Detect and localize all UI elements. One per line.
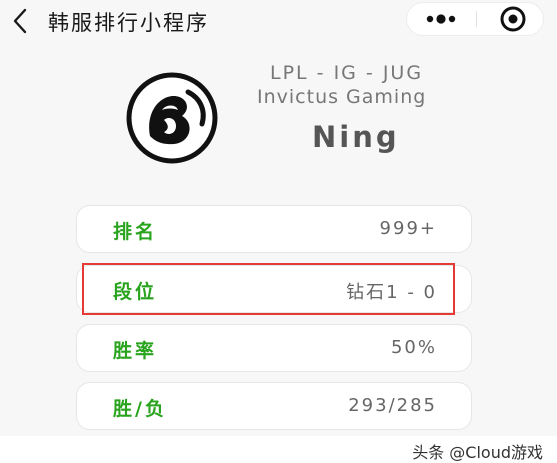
team-logo bbox=[126, 72, 218, 164]
player-name: Ning bbox=[312, 120, 400, 154]
mini-program-capsule bbox=[406, 2, 544, 36]
stat-label: 胜/负 bbox=[113, 398, 167, 420]
invictus-gaming-logo bbox=[126, 72, 218, 164]
more-dots-icon bbox=[426, 14, 456, 24]
watermark-text: 头条 @Cloud游戏 bbox=[412, 443, 543, 462]
back-button[interactable] bbox=[6, 6, 36, 36]
stat-label: 排名 bbox=[113, 221, 158, 243]
stat-label: 胜率 bbox=[113, 340, 158, 362]
stat-card-win-rate: 胜率 50% bbox=[76, 324, 472, 372]
close-button[interactable] bbox=[477, 3, 543, 35]
page-title: 韩服排行小程序 bbox=[48, 11, 209, 35]
stat-card-win-loss: 胜/负 293/285 bbox=[76, 382, 472, 430]
stat-value: 999+ bbox=[379, 218, 437, 239]
team-name: Invictus Gaming bbox=[257, 86, 427, 108]
watermark-bar: 头条 @Cloud游戏 bbox=[0, 436, 557, 463]
more-button[interactable] bbox=[407, 3, 475, 35]
highlight-box bbox=[82, 263, 455, 315]
league-team-role: LPL - IG - JUG bbox=[270, 62, 424, 84]
stat-value: 293/285 bbox=[348, 395, 437, 416]
chevron-left-icon bbox=[13, 8, 27, 34]
nav-bar: 韩服排行小程序 bbox=[0, 0, 557, 44]
stat-card-rank: 排名 999+ bbox=[76, 205, 472, 253]
target-close-icon bbox=[500, 6, 526, 32]
stat-value: 50% bbox=[390, 337, 437, 358]
